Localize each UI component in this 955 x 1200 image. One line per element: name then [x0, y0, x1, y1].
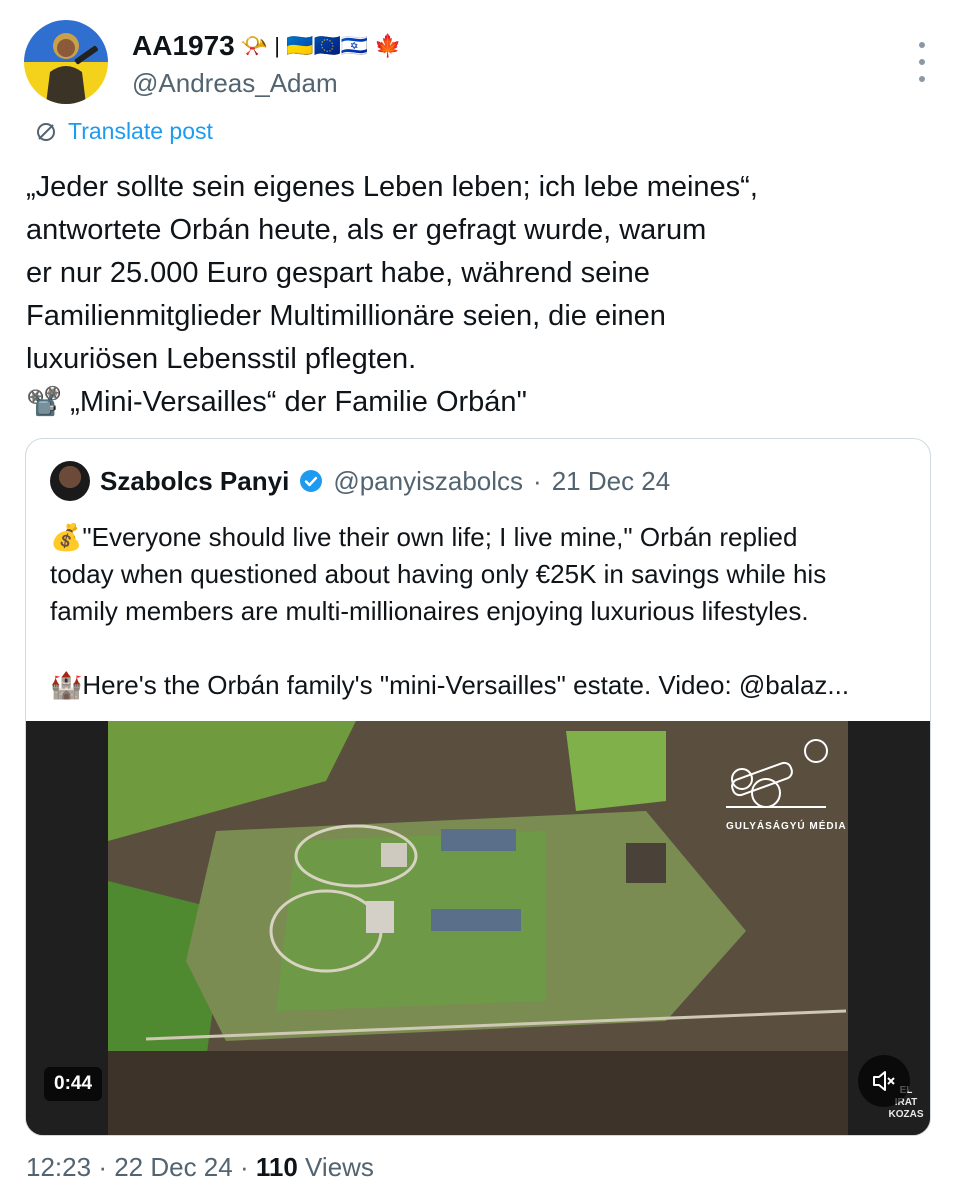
- translate-icon: [37, 122, 55, 141]
- author-name-row[interactable]: AA1973 📯 | 🇺🇦🇪🇺🇮🇱 🍁: [132, 30, 402, 62]
- quoted-line: family members are multi-millionaires en…: [50, 596, 809, 626]
- post-time[interactable]: 12:23: [26, 1152, 91, 1182]
- video-duration-badge: 0:44: [44, 1067, 103, 1101]
- post-line: luxuriösen Lebensstil pflegten.: [26, 343, 417, 375]
- post-line: „Jeder sollte sein eigenes Leben leben; …: [26, 171, 758, 203]
- post-text: „Jeder sollte sein eigenes Leben leben; …: [26, 166, 906, 424]
- video-player[interactable]: GULYÁSÁGYÚ MÉDIA EL IRAT KOZAS 0:44: [26, 721, 930, 1135]
- post-line: 📽️ „Mini-Versailles“ der Familie Orbán": [26, 386, 527, 418]
- quoted-avatar[interactable]: [50, 461, 90, 501]
- quoted-line: 🏰Here's the Orbán family's "mini-Versail…: [50, 670, 850, 700]
- quoted-author-name[interactable]: Szabolcs Panyi: [100, 466, 289, 497]
- quoted-text: 💰"Everyone should live their own life; I…: [50, 519, 910, 704]
- author-name[interactable]: AA1973: [132, 30, 235, 62]
- translate-post-link[interactable]: Translate post: [34, 118, 213, 145]
- translate-label[interactable]: Translate post: [68, 118, 213, 145]
- quoted-line: 💰"Everyone should live their own life; I…: [50, 522, 798, 552]
- mute-button[interactable]: [858, 1055, 910, 1107]
- aerial-estate-image: [26, 721, 930, 1135]
- separator-dot: ·: [98, 1152, 115, 1182]
- more-options-icon[interactable]: [916, 42, 928, 82]
- post-header: AA1973 📯 | 🇺🇦🇪🇺🇮🇱 🍁 @Andreas_Adam: [24, 20, 934, 110]
- verified-badge-icon: [300, 470, 323, 492]
- post-line: Familienmitglieder Multimillionäre seien…: [26, 300, 666, 332]
- author-flags: 📯 | 🇺🇦🇪🇺🇮🇱 🍁: [240, 33, 402, 58]
- quoted-post[interactable]: Szabolcs Panyi @panyiszabolcs · 21 Dec 2…: [25, 438, 931, 1136]
- quoted-line: today when questioned about having only …: [50, 559, 827, 589]
- speaker-muted-icon: [873, 1071, 895, 1091]
- quoted-date[interactable]: 21 Dec 24: [552, 466, 671, 497]
- quoted-header: Szabolcs Panyi @panyiszabolcs · 21 Dec 2…: [50, 461, 670, 501]
- author-avatar[interactable]: [24, 20, 108, 104]
- quoted-handle[interactable]: @panyiszabolcs: [333, 466, 523, 497]
- post-line: er nur 25.000 Euro gespart habe, während…: [26, 257, 650, 289]
- post-metadata: 12:23 · 22 Dec 24 · 110 Views: [26, 1152, 374, 1183]
- author-handle[interactable]: @Andreas_Adam: [132, 68, 338, 99]
- avatar-figure-icon: [46, 33, 98, 104]
- views-label: Views: [305, 1152, 374, 1182]
- post-line: antwortete Orbán heute, als er gefragt w…: [26, 214, 707, 246]
- post-date[interactable]: 22 Dec 24: [114, 1152, 233, 1182]
- quoted-line: [50, 630, 910, 667]
- views-count: 110: [255, 1152, 298, 1182]
- separator-dot: ·: [533, 465, 542, 496]
- video-watermark: GULYÁSÁGYÚ MÉDIA: [726, 821, 847, 832]
- separator-dot: ·: [239, 1152, 256, 1182]
